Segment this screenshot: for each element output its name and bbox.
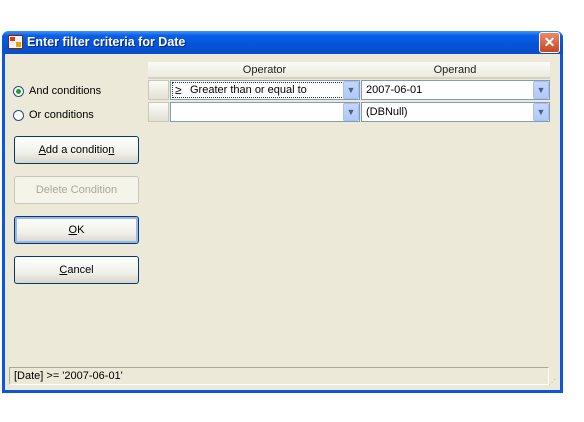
or-conditions-radio[interactable] — [13, 109, 24, 121]
dialog-client-area: And conditions Or conditions Add a condi… — [5, 54, 560, 390]
delete-condition-button[interactable]: Delete Condition — [14, 176, 139, 204]
operand-select-row-2[interactable]: (DBNull) ▼ — [361, 102, 550, 122]
operator-select-row-1[interactable]: ≥ Greater than or equal to ▼ — [170, 80, 360, 100]
row-header-1[interactable] — [148, 80, 169, 100]
grid-corner-header — [148, 62, 169, 79]
ok-button[interactable]: OK — [14, 216, 139, 244]
operator-select-row-2[interactable]: ▼ — [170, 102, 360, 122]
operator-symbol: ≥ — [175, 83, 182, 97]
title-bar[interactable]: Enter filter criteria for Date ✕ — [2, 31, 563, 54]
add-condition-label: dd a conditio — [45, 144, 109, 156]
operand-value: 2007-06-01 — [366, 84, 423, 96]
cancel-button[interactable]: Cancel — [14, 256, 139, 284]
operand-value: (DBNull) — [366, 106, 408, 118]
add-condition-button[interactable]: Add a condition — [14, 136, 139, 164]
app-icon — [8, 35, 23, 49]
resize-grip-icon[interactable]: ⋰ — [548, 378, 558, 388]
operand-select-row-1[interactable]: 2007-06-01 ▼ — [361, 80, 550, 100]
add-condition-mnemonic: A — [38, 144, 46, 156]
filter-dialog: Enter filter criteria for Date ✕ And con… — [2, 31, 563, 393]
add-condition-mnemonic-2: n — [108, 144, 115, 156]
ok-label: K — [77, 224, 85, 236]
and-conditions-radio[interactable] — [13, 85, 24, 97]
chevron-down-icon[interactable]: ▼ — [533, 103, 549, 121]
window-title: Enter filter criteria for Date — [27, 35, 186, 49]
chevron-down-icon[interactable]: ▼ — [343, 81, 359, 99]
row-header-2[interactable] — [148, 102, 169, 122]
ok-mnemonic: O — [68, 224, 78, 236]
operator-column-header[interactable]: Operator — [169, 62, 360, 79]
close-button[interactable]: ✕ — [539, 32, 560, 53]
chevron-down-icon[interactable]: ▼ — [343, 103, 359, 121]
and-conditions-label: And conditions — [29, 85, 102, 97]
criteria-grid: Operator Operand ≥ Greater than or equal… — [148, 62, 550, 125]
chevron-down-icon[interactable]: ▼ — [533, 81, 549, 99]
or-conditions-option[interactable]: Or conditions — [13, 107, 94, 123]
filter-expression-status: [Date] >= '2007-06-01' — [9, 367, 549, 385]
operator-value: Greater than or equal to — [190, 84, 307, 96]
cancel-label: ancel — [67, 264, 94, 276]
and-conditions-option[interactable]: And conditions — [13, 83, 101, 99]
or-conditions-label: Or conditions — [29, 109, 94, 121]
operand-column-header[interactable]: Operand — [360, 62, 550, 79]
